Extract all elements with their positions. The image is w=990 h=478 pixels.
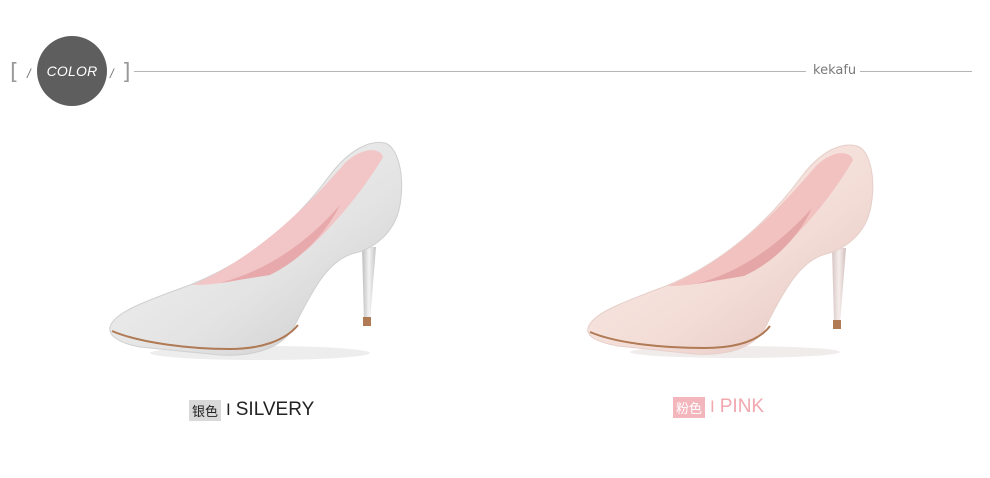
pink-caption: 粉色 I PINK (673, 396, 764, 418)
pink-tag: 粉色 (673, 396, 706, 418)
header-rule (134, 71, 806, 72)
header-rule-right (860, 71, 972, 72)
caption-separator: I (226, 400, 231, 419)
silver-high-heel-shoe-icon (109, 141, 403, 360)
pink-high-heel-shoe-icon (587, 144, 874, 358)
silver-tag: 银色 (189, 399, 222, 421)
left-bracket: [ (10, 60, 19, 85)
color-badge: COLOR (37, 36, 107, 106)
silvery-caption: 银色 I SILVERY (189, 399, 314, 421)
silvery-label: SILVERY (235, 399, 315, 420)
brand-name: kekafu (813, 63, 857, 78)
right-bracket: ] (122, 60, 131, 85)
left-slash: / (27, 66, 31, 81)
caption-separator: I (710, 397, 715, 416)
right-slash: / (110, 66, 114, 81)
pink-label: PINK (719, 396, 765, 417)
